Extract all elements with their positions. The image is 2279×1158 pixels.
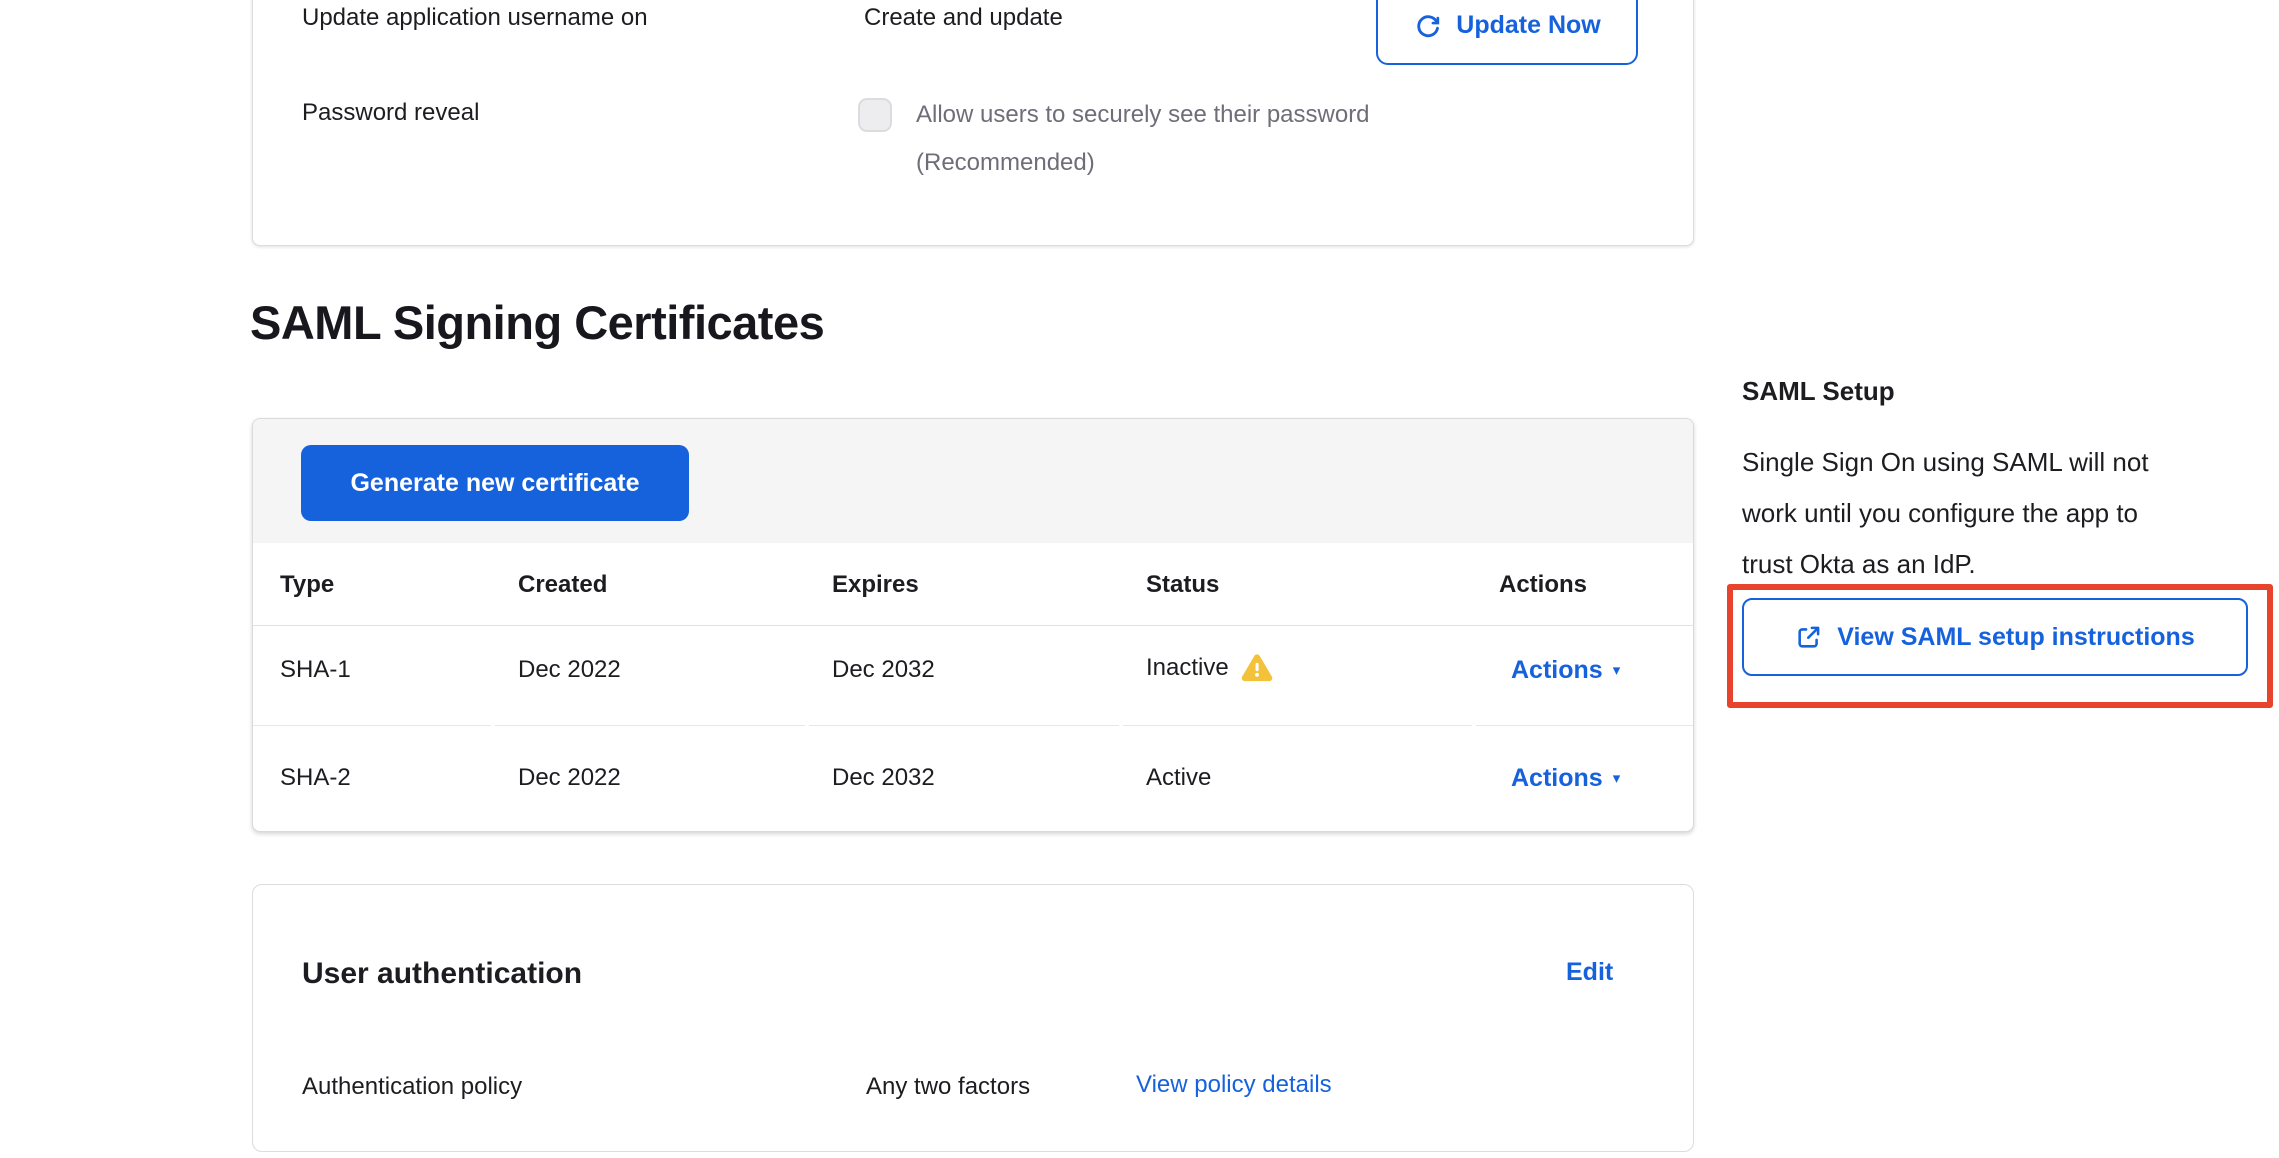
row-divider bbox=[1123, 725, 1472, 726]
password-reveal-checkbox-label: Allow users to securely see their passwo… bbox=[916, 99, 1370, 131]
generate-certificate-button[interactable]: Generate new certificate bbox=[301, 445, 689, 521]
cert-type: SHA-2 bbox=[280, 764, 351, 792]
caret-down-icon: ▾ bbox=[1613, 771, 1621, 786]
password-reveal-label: Password reveal bbox=[302, 97, 479, 129]
cert-expires: Dec 2032 bbox=[832, 656, 935, 684]
refresh-icon bbox=[1413, 11, 1443, 41]
cert-created: Dec 2022 bbox=[518, 764, 621, 792]
cert-status: Inactive bbox=[1146, 654, 1229, 682]
row-divider bbox=[809, 725, 1119, 726]
certificates-panel: Generate new certificate Type Created Ex… bbox=[252, 418, 1694, 832]
saml-setup-description-line: Single Sign On using SAML will not bbox=[1742, 437, 2149, 488]
saml-setup-description-line: work until you configure the app to bbox=[1742, 488, 2138, 539]
password-reveal-recommended-note: (Recommended) bbox=[916, 147, 1095, 179]
column-header-actions: Actions bbox=[1499, 571, 1587, 599]
column-header-created: Created bbox=[518, 571, 607, 599]
authentication-policy-label: Authentication policy bbox=[302, 1071, 522, 1103]
column-header-expires: Expires bbox=[832, 571, 919, 599]
caret-down-icon: ▾ bbox=[1613, 663, 1621, 678]
username-update-value: Create and update bbox=[864, 2, 1063, 34]
edit-link[interactable]: Edit bbox=[1566, 958, 1613, 987]
table-header-divider bbox=[253, 625, 1693, 626]
saml-setup-title: SAML Setup bbox=[1742, 376, 1895, 407]
actions-dropdown-label: Actions bbox=[1511, 656, 1603, 685]
user-authentication-title: User authentication bbox=[302, 956, 582, 992]
warning-icon bbox=[1241, 653, 1273, 683]
view-saml-setup-instructions-button[interactable]: View SAML setup instructions bbox=[1742, 598, 2248, 676]
actions-dropdown-label: Actions bbox=[1511, 764, 1603, 793]
column-header-status: Status bbox=[1146, 571, 1219, 599]
cert-type: SHA-1 bbox=[280, 656, 351, 684]
username-update-label: Update application username on bbox=[302, 2, 648, 34]
cert-status: Active bbox=[1146, 764, 1211, 792]
page-title: SAML Signing Certificates bbox=[250, 296, 824, 350]
update-now-label: Update Now bbox=[1456, 11, 1600, 40]
password-reveal-checkbox[interactable] bbox=[858, 98, 892, 132]
actions-dropdown[interactable]: Actions ▾ bbox=[1511, 656, 1620, 685]
authentication-policy-value: Any two factors bbox=[866, 1071, 1030, 1103]
actions-dropdown[interactable]: Actions ▾ bbox=[1511, 764, 1620, 793]
saml-setup-description-line: trust Okta as an IdP. bbox=[1742, 539, 1976, 590]
status-badge: Inactive bbox=[1146, 653, 1273, 683]
update-now-button[interactable]: Update Now bbox=[1376, 0, 1638, 65]
row-divider bbox=[495, 725, 805, 726]
user-authentication-card bbox=[252, 884, 1694, 1152]
cert-expires: Dec 2032 bbox=[832, 764, 935, 792]
view-policy-details-link[interactable]: View policy details bbox=[1136, 1071, 1332, 1099]
row-divider bbox=[1476, 725, 1693, 726]
cert-created: Dec 2022 bbox=[518, 656, 621, 684]
column-header-type: Type bbox=[280, 571, 334, 599]
external-link-icon bbox=[1795, 623, 1823, 651]
view-saml-setup-instructions-label: View SAML setup instructions bbox=[1837, 623, 2194, 652]
row-divider bbox=[253, 725, 491, 726]
